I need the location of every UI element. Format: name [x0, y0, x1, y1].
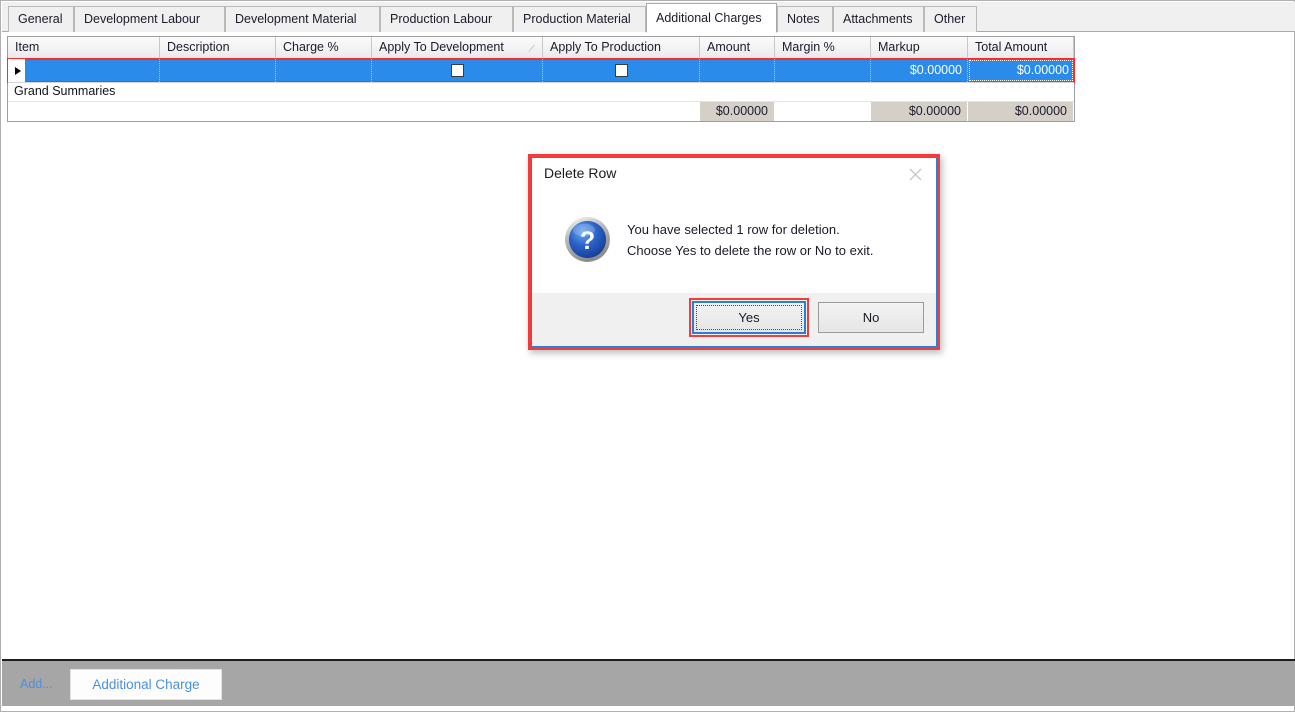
row-pointer-icon: [14, 66, 21, 75]
cell-apply-to-production[interactable]: [543, 59, 700, 82]
grid-header-row: Item Description Charge % Apply To Devel…: [8, 37, 1074, 59]
column-header-margin-percent[interactable]: Margin %: [775, 37, 871, 59]
grand-summaries-label: Grand Summaries: [8, 82, 1074, 102]
summary-value: $0.00000: [908, 104, 961, 118]
cell-item[interactable]: [25, 59, 160, 82]
yes-button[interactable]: Yes: [692, 301, 806, 334]
cell-value: $0.00000: [909, 63, 962, 77]
column-header-label: Total Amount: [975, 40, 1048, 54]
tab-label: Development Labour: [84, 12, 201, 26]
tab-label: General: [18, 12, 63, 26]
cell-apply-to-development[interactable]: [372, 59, 543, 82]
tab-additional-charges[interactable]: Additional Charges: [646, 3, 777, 33]
summary-description: [160, 102, 276, 121]
column-header-label: Item: [15, 40, 40, 54]
tab-label: Additional Charges: [656, 11, 762, 25]
cell-description[interactable]: [160, 59, 276, 82]
tab-label: Attachments: [843, 12, 913, 26]
additional-charge-button[interactable]: Additional Charge: [70, 669, 222, 700]
column-header-label: Markup: [878, 40, 920, 54]
summary-amount: $0.00000: [700, 102, 775, 121]
column-header-description[interactable]: Description: [160, 37, 276, 59]
column-header-label: Description: [167, 40, 230, 54]
column-header-label: Amount: [707, 40, 751, 54]
yes-button-highlight: Yes: [689, 298, 809, 337]
summary-value: $0.00000: [1014, 104, 1067, 118]
tab-label: Other: [934, 12, 966, 26]
cell-charge-percent[interactable]: [276, 59, 372, 82]
yes-button-label: Yes: [738, 310, 760, 325]
dialog-message-line-2: Choose Yes to delete the row or No to ex…: [627, 243, 874, 258]
grand-summaries-row: $0.00000 $0.00000 $0.00000: [8, 102, 1074, 121]
cell-amount[interactable]: [700, 59, 775, 82]
column-header-label: Charge %: [283, 40, 339, 54]
summary-total-amount: $0.00000: [968, 102, 1074, 121]
tab-general[interactable]: General: [8, 6, 74, 32]
additional-charge-label: Additional Charge: [92, 677, 200, 692]
tab-notes[interactable]: Notes: [777, 6, 833, 32]
grand-summaries-text: Grand Summaries: [14, 84, 116, 98]
dialog-inner-frame: Delete Row ? You have selected 1 row for…: [531, 157, 937, 347]
apply-to-production-checkbox[interactable]: [614, 64, 628, 77]
cell-markup[interactable]: $0.00000: [871, 59, 968, 82]
summary-margin-percent: [775, 102, 871, 121]
summary-apply-to-production: [543, 102, 700, 121]
grid-rows: $0.00000 $0.00000: [7, 58, 1075, 83]
summary-charge-percent: [276, 102, 372, 121]
column-header-charge-percent[interactable]: Charge %: [276, 37, 372, 59]
cell-value: $0.00000: [1016, 63, 1069, 77]
row-selector-indicator[interactable]: [8, 59, 25, 82]
tab-label: Notes: [787, 12, 820, 26]
application-window: General Development Labour Development M…: [0, 0, 1295, 712]
column-header-label: Margin %: [782, 40, 835, 54]
additional-charges-grid: Item Description Charge % Apply To Devel…: [7, 36, 1075, 122]
add-label-text: Add...: [20, 677, 53, 691]
svg-text:?: ?: [580, 227, 595, 255]
no-button[interactable]: No: [818, 302, 924, 333]
tab-other[interactable]: Other: [924, 6, 977, 32]
column-header-apply-to-development[interactable]: Apply To Development ⁄: [372, 37, 543, 59]
cell-margin-percent[interactable]: [775, 59, 871, 82]
add-label[interactable]: Add...: [20, 677, 53, 691]
column-header-apply-to-production[interactable]: Apply To Production: [543, 37, 700, 59]
column-header-amount[interactable]: Amount: [700, 37, 775, 59]
column-header-label: Apply To Production: [550, 40, 661, 54]
tab-production-material[interactable]: Production Material: [513, 6, 646, 32]
dialog-footer: Yes No: [532, 293, 936, 346]
dialog-message: You have selected 1 row for deletion. Ch…: [627, 219, 927, 261]
summary-markup: $0.00000: [871, 102, 968, 121]
summary-apply-to-development: [372, 102, 543, 121]
dialog-title: Delete Row: [544, 165, 617, 181]
dialog-titlebar: Delete Row: [532, 158, 936, 192]
tab-label: Production Labour: [390, 12, 493, 26]
tab-strip: General Development Labour Development M…: [2, 2, 1295, 33]
summary-value: $0.00000: [715, 104, 768, 118]
tab-attachments[interactable]: Attachments: [833, 6, 924, 32]
table-row[interactable]: $0.00000 $0.00000: [7, 58, 1075, 83]
tab-development-labour[interactable]: Development Labour: [74, 6, 225, 32]
question-icon: ?: [564, 216, 611, 263]
tab-label: Development Material: [235, 12, 357, 26]
no-button-label: No: [862, 310, 880, 325]
close-icon[interactable]: [902, 163, 928, 185]
cell-total-amount[interactable]: $0.00000: [968, 59, 1074, 82]
column-header-label: Apply To Development: [379, 40, 504, 54]
tab-production-labour[interactable]: Production Labour: [380, 6, 513, 32]
dialog-message-line-1: You have selected 1 row for deletion.: [627, 222, 840, 237]
summary-item: [8, 102, 160, 121]
delete-row-dialog: Delete Row ? You have selected 1 row for…: [528, 154, 940, 350]
column-header-item[interactable]: Item: [8, 37, 160, 59]
tab-development-material[interactable]: Development Material: [225, 6, 380, 32]
tab-label: Production Material: [523, 12, 631, 26]
apply-to-development-checkbox[interactable]: [450, 64, 464, 77]
column-header-markup[interactable]: Markup: [871, 37, 968, 59]
dialog-body: ? You have selected 1 row for deletion. …: [532, 192, 936, 299]
column-header-total-amount[interactable]: Total Amount: [968, 37, 1074, 59]
sort-indicator-icon: ⁄: [530, 42, 534, 56]
